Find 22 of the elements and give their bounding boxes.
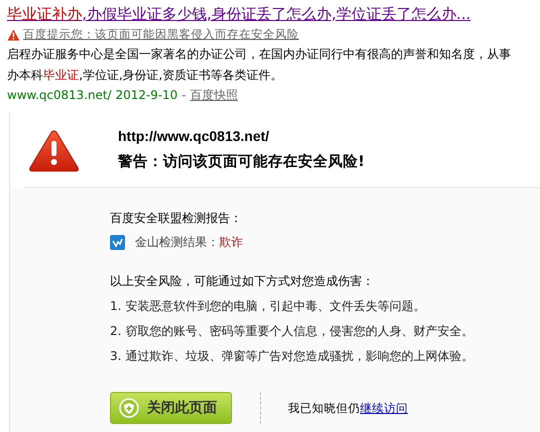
- risk-intro: 以上安全风险，可能通过如下方式对您造成伤害：: [110, 273, 375, 290]
- cache-link[interactable]: 百度快照: [190, 86, 238, 104]
- shield-plus-icon: [119, 398, 139, 418]
- warning-icon: [28, 129, 80, 174]
- risk-item: 3. 通过欺诈、垃圾、弹窗等广告对您造成骚扰，影响您的上网体验。: [110, 348, 474, 364]
- report-title: 百度安全联盟检测报告：: [110, 210, 243, 226]
- close-page-button[interactable]: 关闭此页面: [110, 392, 232, 424]
- risk-hint-link[interactable]: 百度提示您：该页面可能因黑客侵入而存在安全风险: [23, 26, 299, 44]
- warning-heading: 警告：访问该页面可能存在安全风险!: [118, 152, 365, 172]
- risk-item: 1. 安装恶意软件到您的电脑，引起中毒、文件丢失等问题。: [110, 298, 426, 314]
- site-url: http://www.qc0813.net/: [118, 127, 270, 146]
- continue-text: 我已知晓但仍: [288, 400, 360, 417]
- result-date: 2012-9-10: [115, 87, 178, 104]
- result-snippet: 启程办证服务中心是全国一家著名的办证公司，在国内办证同行中有很高的声誉和知名度，从事办本科毕业证,学位证,身份证,资质证书等各类证件。: [7, 46, 512, 84]
- scan-result: 欺诈: [219, 234, 243, 252]
- separator-text: -: [182, 87, 186, 104]
- continue-visit-link[interactable]: 继续访问: [360, 400, 408, 417]
- warning-icon: [7, 28, 20, 41]
- result-url: www.qc0813.net/: [7, 87, 112, 104]
- shield-logo-icon: [110, 234, 125, 250]
- scan-label: 金山检测结果：: [135, 234, 219, 252]
- risk-item: 2. 窃取您的账号、密码等重要个人信息，侵害您的人身、财产安全。: [110, 323, 474, 340]
